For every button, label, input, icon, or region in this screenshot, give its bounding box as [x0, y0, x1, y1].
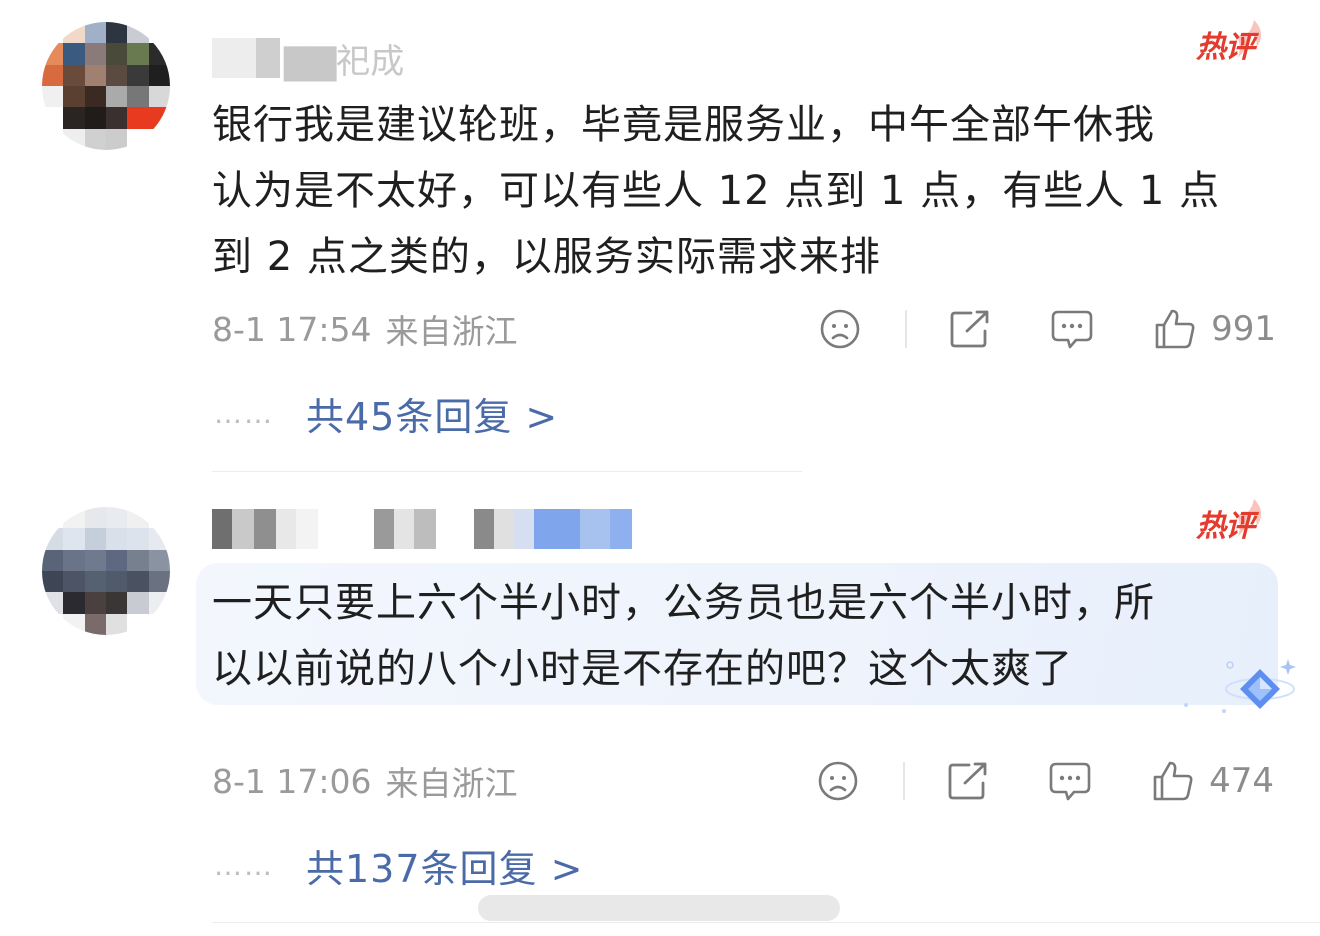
like-count: 474 [1209, 761, 1274, 801]
thumbs-up-icon [1153, 761, 1193, 801]
comment-text: 一天只要上六个半小时，公务员也是六个半小时，所 以以前说的八个小时是不存在的吧？… [212, 570, 1272, 702]
username-text: ▇▇祀成 [284, 41, 405, 82]
comment-line: 认为是不太好，可以有些人 12 点到 1 点，有些人 1 点 [212, 168, 1221, 214]
comment-bubble-icon[interactable] [1045, 760, 1095, 802]
action-bar: 474 [813, 755, 1274, 807]
like-button[interactable]: 474 [1151, 760, 1274, 802]
view-replies-link[interactable]: 共45条回复 > [306, 386, 558, 441]
replies-row: …… 共137条回复 > [214, 838, 583, 893]
comment-list: ▇▇祀成 热评 银行我是建议轮班，毕竟是服务业，中午全部午休我 认为是不太好，可… [0, 0, 1320, 936]
like-count: 991 [1211, 309, 1276, 349]
thumbs-up-icon [1155, 309, 1195, 349]
like-button[interactable]: 991 [1153, 308, 1276, 350]
comment-divider [212, 471, 802, 472]
hot-label: 热评 [1196, 30, 1255, 65]
comment-meta: 8-1 17:06 来自浙江 [212, 759, 518, 804]
comment-line: 以以前说的八个小时是不存在的吧？这个太爽了 [212, 646, 1073, 692]
timestamp: 8-1 17:54 [212, 309, 372, 349]
action-divider [903, 762, 906, 800]
share-icon[interactable] [943, 761, 993, 801]
sad-face-icon[interactable] [815, 308, 865, 350]
comment-bubble-icon[interactable] [1047, 308, 1097, 350]
comment-line: 到 2 点之类的，以服务实际需求来排 [212, 234, 881, 280]
location: 来自浙江 [385, 764, 518, 803]
reply-dots: …… [214, 396, 274, 430]
timestamp: 8-1 17:06 [212, 761, 372, 801]
view-replies-link[interactable]: 共137条回复 > [306, 838, 583, 893]
username[interactable] [212, 507, 632, 551]
comment-line: 一天只要上六个半小时，公务员也是六个半小时，所 [212, 580, 1155, 626]
diamond-badge-icon [1184, 659, 1296, 713]
avatar[interactable] [42, 507, 170, 635]
hot-label: 热评 [1196, 509, 1255, 544]
sad-face-icon[interactable] [813, 760, 863, 802]
hot-comment-badge: 热评 [1192, 18, 1268, 72]
scroll-indicator[interactable] [478, 895, 840, 921]
comment-divider [212, 922, 1320, 923]
avatar[interactable] [42, 22, 170, 150]
comment-line: 银行我是建议轮班，毕竟是服务业，中午全部午休我 [212, 102, 1155, 148]
comment-item: 热评 一天只要上六个半小时，公务员也是六个半小时，所 以以前说的八个小时是不存在… [0, 473, 1320, 936]
comment-text: 银行我是建议轮班，毕竟是服务业，中午全部午休我 认为是不太好，可以有些人 12 … [212, 92, 1272, 290]
hot-comment-badge: 热评 [1192, 497, 1268, 551]
reply-dots: …… [214, 848, 274, 882]
share-icon[interactable] [945, 309, 995, 349]
comment-item: ▇▇祀成 热评 银行我是建议轮班，毕竟是服务业，中午全部午休我 认为是不太好，可… [0, 0, 1320, 472]
action-divider [905, 310, 908, 348]
location: 来自浙江 [385, 312, 518, 351]
comment-meta: 8-1 17:54 来自浙江 [212, 307, 518, 352]
username[interactable]: ▇▇祀成 [212, 36, 405, 82]
replies-row: …… 共45条回复 > [214, 386, 558, 441]
action-bar: 991 [815, 303, 1276, 355]
